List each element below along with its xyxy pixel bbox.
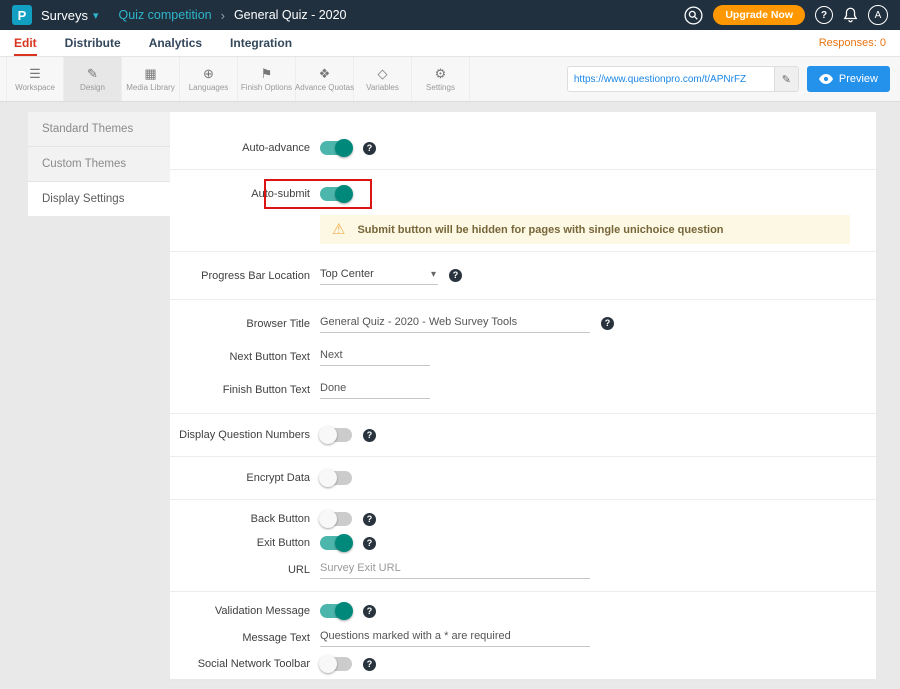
breadcrumb-survey-name: General Quiz - 2020 <box>234 8 347 22</box>
encrypt-data-row: Encrypt Data <box>170 464 876 492</box>
divider <box>170 251 876 252</box>
divider <box>170 169 876 170</box>
help-icon[interactable]: ? <box>363 142 376 155</box>
browser-title-row: Browser Title ? <box>170 307 876 340</box>
toolbar-item-finish-options[interactable]: ⚑ Finish Options <box>238 57 296 101</box>
design-sidebar: Standard Themes Custom Themes Display Se… <box>28 112 170 216</box>
display-settings-panel: Auto-advance ? Auto-submit ⚠ Submit butt… <box>170 112 876 679</box>
divider <box>170 413 876 414</box>
finish-options-icon: ⚑ <box>261 67 273 80</box>
breadcrumb: Quiz competition › General Quiz - 2020 <box>119 8 347 23</box>
top-bar: P Surveys ▾ Quiz competition › General Q… <box>0 0 900 30</box>
main-nav: Edit Distribute Analytics Integration Re… <box>0 30 900 57</box>
toolbar-right: https://www.questionpro.com/t/APNrFZ ✎ P… <box>567 57 894 101</box>
settings-gear-icon: ⚙ <box>435 67 447 80</box>
validation-message-toggle[interactable] <box>320 604 352 618</box>
exit-button-row: Exit Button ? <box>170 531 876 555</box>
media-library-icon: ▦ <box>144 67 156 80</box>
message-text-row: Message Text <box>170 623 876 652</box>
avatar[interactable]: A <box>868 5 888 25</box>
exit-button-toggle[interactable] <box>320 536 352 550</box>
search-icon[interactable] <box>684 6 703 25</box>
back-button-toggle[interactable] <box>320 512 352 526</box>
auto-advance-toggle[interactable] <box>320 141 352 155</box>
finish-button-text-input[interactable] <box>320 380 430 399</box>
help-icon[interactable]: ? <box>363 605 376 618</box>
back-button-row: Back Button ? <box>170 507 876 531</box>
design-icon: ✎ <box>87 67 98 80</box>
auto-submit-toggle[interactable] <box>320 187 352 201</box>
validation-message-row: Validation Message ? <box>170 599 876 623</box>
help-icon[interactable]: ? <box>363 513 376 526</box>
questionpro-logo[interactable]: P <box>12 5 32 25</box>
next-button-text-input[interactable] <box>320 347 430 366</box>
divider <box>170 683 876 684</box>
social-network-toolbar-toggle[interactable] <box>320 657 352 671</box>
help-icon[interactable]: ? <box>449 269 462 282</box>
surveys-menu[interactable]: Surveys ▾ <box>41 8 99 23</box>
toolbar-item-design[interactable]: ✎ Design <box>64 57 122 101</box>
exit-url-row: URL <box>170 555 876 584</box>
social-network-toolbar-row: Social Network Toolbar ? <box>170 652 876 676</box>
divider <box>170 456 876 457</box>
sidebar-item-standard-themes[interactable]: Standard Themes <box>28 112 170 147</box>
browser-title-input[interactable] <box>320 314 590 333</box>
message-text-input[interactable] <box>320 628 590 647</box>
survey-url-box: https://www.questionpro.com/t/APNrFZ ✎ <box>567 66 799 92</box>
toolbar-item-variables[interactable]: ◇ Variables <box>354 57 412 101</box>
toolbar-item-media-library[interactable]: ▦ Media Library <box>122 57 180 101</box>
surveys-label: Surveys <box>41 8 88 23</box>
exit-url-input[interactable] <box>320 560 590 579</box>
toolbar-item-languages[interactable]: ⊕ Languages <box>180 57 238 101</box>
auto-submit-row: Auto-submit <box>170 177 876 211</box>
auto-advance-row: Auto-advance ? <box>170 134 876 162</box>
edit-toolbar: ☰ Workspace ✎ Design ▦ Media Library ⊕ L… <box>0 57 900 102</box>
sidebar-item-custom-themes[interactable]: Custom Themes <box>28 147 170 182</box>
help-icon[interactable]: ? <box>363 658 376 671</box>
finish-button-text-row: Finish Button Text <box>170 373 876 406</box>
tab-edit[interactable]: Edit <box>14 30 37 56</box>
toolbar-item-settings[interactable]: ⚙ Settings <box>412 57 470 101</box>
chevron-right-icon: › <box>221 8 225 23</box>
breadcrumb-survey-folder[interactable]: Quiz competition <box>119 8 212 22</box>
display-question-numbers-toggle[interactable] <box>320 428 352 442</box>
notifications-bell-icon[interactable] <box>843 7 858 23</box>
workspace-icon: ☰ <box>29 67 41 80</box>
auto-submit-warning-banner: ⚠ Submit button will be hidden for pages… <box>320 215 850 244</box>
upgrade-now-button[interactable]: Upgrade Now <box>713 5 805 25</box>
toolbar-item-workspace[interactable]: ☰ Workspace <box>6 57 64 101</box>
content-area: Standard Themes Custom Themes Display Se… <box>0 102 900 689</box>
responses-count[interactable]: Responses: 0 <box>819 30 886 56</box>
encrypt-data-toggle[interactable] <box>320 471 352 485</box>
chevron-down-icon: ▾ <box>93 9 99 22</box>
topbar-actions: Upgrade Now ? A <box>684 5 888 25</box>
help-icon[interactable]: ? <box>363 429 376 442</box>
survey-url-link[interactable]: https://www.questionpro.com/t/APNrFZ <box>568 74 774 85</box>
help-icon[interactable]: ? <box>363 537 376 550</box>
preview-button[interactable]: Preview <box>807 66 890 92</box>
advance-quotas-icon: ❖ <box>319 67 331 80</box>
sidebar-item-display-settings[interactable]: Display Settings <box>28 182 170 216</box>
next-button-text-row: Next Button Text <box>170 340 876 373</box>
warning-icon: ⚠ <box>332 222 345 237</box>
divider <box>170 499 876 500</box>
help-icon[interactable]: ? <box>601 317 614 330</box>
divider <box>170 299 876 300</box>
divider <box>170 591 876 592</box>
languages-icon: ⊕ <box>203 67 214 80</box>
eye-icon <box>819 74 833 84</box>
tab-integration[interactable]: Integration <box>230 30 292 56</box>
progress-bar-location-select[interactable]: Top Center ▾ <box>320 266 438 285</box>
edit-url-pencil-icon[interactable]: ✎ <box>774 67 798 91</box>
help-menu-icon[interactable]: ? <box>815 6 833 24</box>
progress-bar-location-row: Progress Bar Location Top Center ▾ ? <box>170 259 876 292</box>
tab-analytics[interactable]: Analytics <box>149 30 202 56</box>
display-question-numbers-row: Display Question Numbers ? <box>170 421 876 449</box>
variables-icon: ◇ <box>378 67 388 80</box>
app-window: P Surveys ▾ Quiz competition › General Q… <box>0 0 900 689</box>
chevron-down-icon: ▾ <box>431 269 436 280</box>
tab-distribute[interactable]: Distribute <box>65 30 121 56</box>
toolbar-item-advance-quotas[interactable]: ❖ Advance Quotas <box>296 57 354 101</box>
